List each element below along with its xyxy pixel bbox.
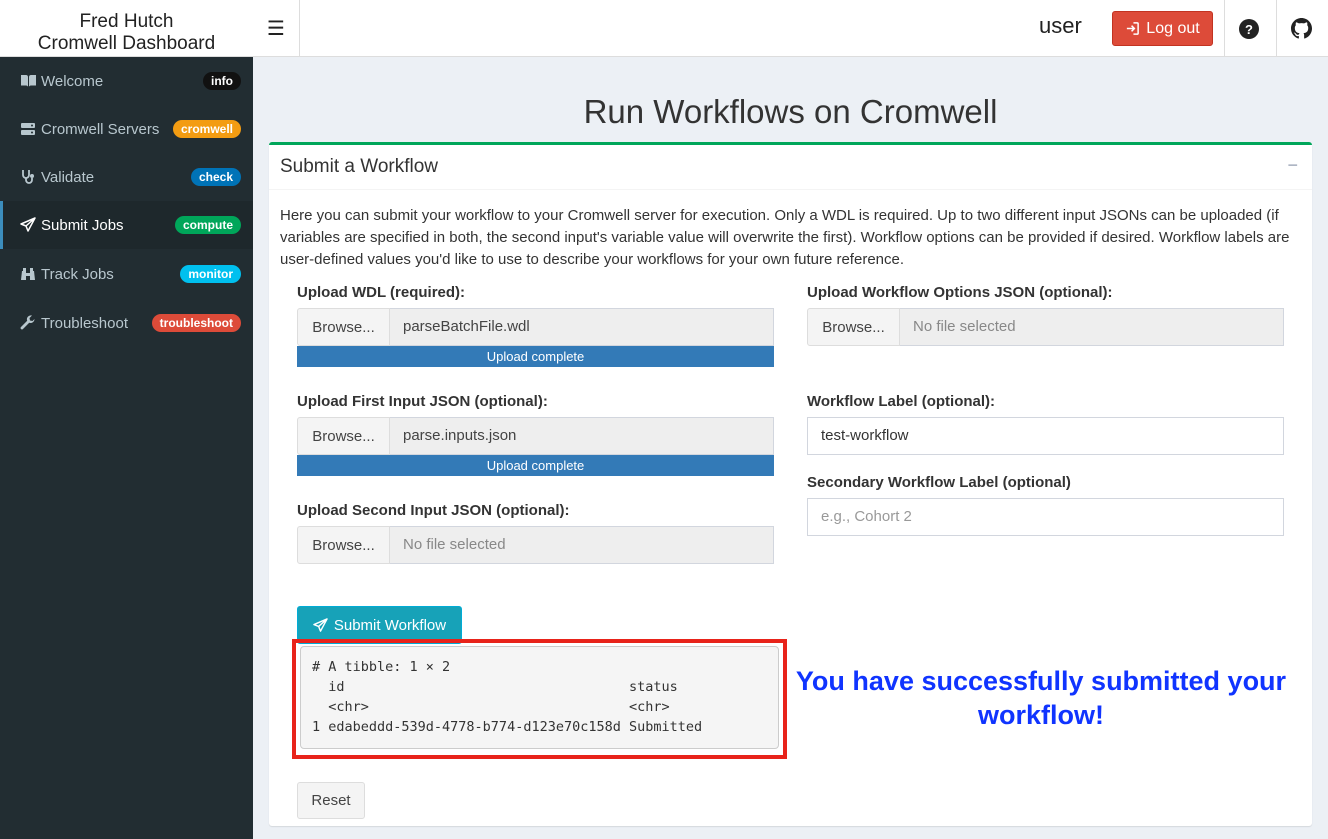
submission-output: # A tibble: 1 × 2 id status <chr> <chr> … xyxy=(300,646,779,749)
upload-options-json-label: Upload Workflow Options JSON (optional): xyxy=(807,284,1113,301)
compute-badge: compute xyxy=(174,216,241,234)
app-title: Fred Hutch Cromwell Dashboard xyxy=(0,0,253,57)
box-title: Submit a Workflow xyxy=(280,156,439,177)
top-navbar: ☰ user Log out ? xyxy=(253,0,1328,57)
upload-options-json-input: Browse... No file selected xyxy=(807,308,1284,346)
troubleshoot-badge: troubleshoot xyxy=(151,314,241,332)
upload-second-json-browse-button[interactable]: Browse... xyxy=(297,526,390,564)
sidebar-item-cromwell-servers[interactable]: Cromwell Servers cromwell xyxy=(0,105,253,153)
sidebar-item-welcome[interactable]: Welcome info xyxy=(0,57,253,105)
output-highlight-box: # A tibble: 1 × 2 id status <chr> <chr> … xyxy=(292,639,787,759)
sidebar-item-label: Welcome xyxy=(41,72,104,90)
upload-first-json-label: Upload First Input JSON (optional): xyxy=(297,393,548,410)
sidebar-item-track-jobs[interactable]: Track Jobs monitor xyxy=(0,250,253,298)
binoculars-icon xyxy=(19,266,37,282)
upload-wdl-progress: Upload complete xyxy=(297,346,774,367)
user-name: user xyxy=(1039,13,1082,38)
reset-button[interactable]: Reset xyxy=(297,782,365,819)
cromwell-badge: cromwell xyxy=(172,120,241,138)
secondary-workflow-label-input[interactable]: e.g., Cohort 2 xyxy=(807,498,1284,536)
upload-first-json-browse-button[interactable]: Browse... xyxy=(297,417,390,455)
secondary-workflow-label-label: Secondary Workflow Label (optional) xyxy=(807,474,1071,491)
upload-wdl-filename: parseBatchFile.wdl xyxy=(390,308,774,346)
sidebar-item-troubleshoot[interactable]: Troubleshoot troubleshoot xyxy=(0,299,253,347)
upload-first-json-filename: parse.inputs.json xyxy=(390,417,774,455)
sidebar-item-label: Track Jobs xyxy=(41,265,114,283)
upload-first-json-progress: Upload complete xyxy=(297,455,774,476)
page-title: Run Workflows on Cromwell xyxy=(583,93,998,130)
sidebar-item-label: Submit Jobs xyxy=(41,216,124,234)
upload-second-json-filename: No file selected xyxy=(390,526,774,564)
logout-button[interactable]: Log out xyxy=(1112,11,1213,46)
sidebar-item-label: Troubleshoot xyxy=(41,314,128,332)
logout-label: Log out xyxy=(1146,19,1200,37)
app-title-line2: Cromwell Dashboard xyxy=(37,33,216,54)
sidebar-toggle-icon[interactable]: ☰ xyxy=(253,0,300,57)
upload-second-json-label: Upload Second Input JSON (optional): xyxy=(297,502,570,519)
app-title-line1: Fred Hutch xyxy=(79,11,174,32)
success-message: You have successfully submitted your wor… xyxy=(795,666,1287,730)
info-badge: info xyxy=(203,72,241,90)
sign-in-icon xyxy=(1127,22,1140,35)
stethoscope-icon xyxy=(19,169,37,185)
check-badge: check xyxy=(190,168,241,186)
box-header: Submit a Workflow − xyxy=(269,145,1312,190)
nav-divider xyxy=(1224,0,1225,57)
monitor-badge: monitor xyxy=(180,265,241,283)
book-icon xyxy=(19,73,37,89)
sidebar-item-submit-jobs[interactable]: Submit Jobs compute xyxy=(0,201,253,249)
wrench-icon xyxy=(19,315,37,331)
upload-options-json-filename: No file selected xyxy=(900,308,1284,346)
submit-workflow-box: Submit a Workflow − Here you can submit … xyxy=(269,142,1312,826)
nav-divider xyxy=(1276,0,1277,57)
upload-wdl-input: Browse... parseBatchFile.wdl xyxy=(297,308,774,346)
sidebar: Welcome info Cromwell Servers cromwell V… xyxy=(0,57,253,839)
upload-first-json-input: Browse... parse.inputs.json xyxy=(297,417,774,455)
question-circle-icon[interactable]: ? xyxy=(1239,19,1259,39)
workflow-label-input[interactable]: test-workflow xyxy=(807,417,1284,455)
collapse-button[interactable]: − xyxy=(1287,155,1298,176)
sidebar-item-label: Validate xyxy=(41,168,95,186)
description-text: Here you can submit your workflow to you… xyxy=(280,207,1290,268)
paper-plane-icon xyxy=(19,217,37,233)
sidebar-item-validate[interactable]: Validate check xyxy=(0,153,253,201)
paper-plane-icon xyxy=(313,617,328,632)
github-icon[interactable] xyxy=(1291,18,1312,39)
sidebar-item-label: Cromwell Servers xyxy=(41,120,160,138)
upload-second-json-input: Browse... No file selected xyxy=(297,526,774,564)
upload-wdl-label: Upload WDL (required): xyxy=(297,284,466,301)
submit-workflow-label: Submit Workflow xyxy=(333,616,447,634)
upload-wdl-browse-button[interactable]: Browse... xyxy=(297,308,390,346)
workflow-label-label: Workflow Label (optional): xyxy=(807,393,996,410)
upload-options-json-browse-button[interactable]: Browse... xyxy=(807,308,900,346)
server-icon xyxy=(19,121,37,137)
